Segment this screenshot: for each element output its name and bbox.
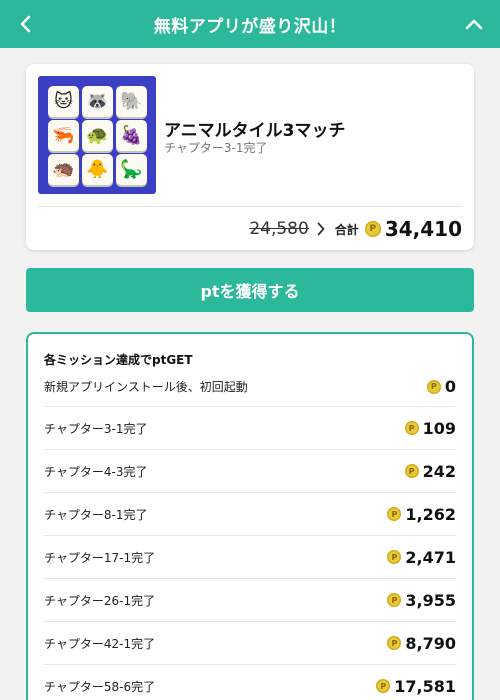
tile-dinosaur-icon: 🦕 bbox=[116, 154, 147, 185]
coin-icon: P bbox=[364, 221, 381, 237]
mission-points: P 8,790 bbox=[387, 634, 456, 653]
mission-row: チャプター17-1完了 P 2,471 bbox=[44, 536, 456, 579]
app-chapter: チャプター3-1完了 bbox=[164, 141, 268, 155]
total-points: 34,410 bbox=[384, 217, 462, 241]
mission-row: チャプター58-6完了 P 17,581 bbox=[44, 665, 456, 700]
coin-icon: P bbox=[387, 507, 402, 521]
mission-label: チャプター42-1完了 bbox=[44, 636, 156, 651]
mission-list: 新規アプリインストール後、初回起動 P 0 チャプター3-1完了 P 109 チャプター4-… bbox=[44, 367, 456, 700]
missions-header: 各ミッション達成でptGET bbox=[44, 353, 193, 367]
tile-elephant-icon: 🐘 bbox=[116, 86, 147, 117]
tile-chick-icon: 🐥 bbox=[82, 154, 113, 185]
coin-icon: P bbox=[426, 379, 441, 394]
app-icon: 🐱 🦝 🐘 🦐 🐢 🍇 🦔 🐥 🦕 bbox=[38, 76, 156, 194]
header-bar: 無料アプリが盛り沢山！ bbox=[0, 0, 500, 48]
coin-icon: P bbox=[387, 636, 402, 650]
old-points: 24,580 bbox=[249, 219, 309, 239]
total-label: 合計 bbox=[334, 222, 359, 237]
mission-row: チャプター42-1完了 P 8,790 bbox=[44, 622, 456, 665]
mission-label: 新規アプリインストール後、初回起動 bbox=[44, 380, 248, 394]
coin-icon: P bbox=[404, 421, 419, 435]
card-divider bbox=[38, 206, 462, 207]
app-name: アニマルタイル3マッチ bbox=[164, 121, 346, 141]
mission-value: 242 bbox=[422, 461, 456, 481]
tile-turtle-icon: 🐢 bbox=[82, 120, 113, 151]
mission-label: チャプター26-1完了 bbox=[44, 593, 156, 608]
tile-raccoon-icon: 🦝 bbox=[82, 86, 113, 117]
missions-panel: 各ミッション達成でptGET 新規アプリインストール後、初回起動 P 0 チャプター3… bbox=[26, 332, 474, 700]
mission-row: チャプター8-1完了 P 1,262 bbox=[44, 493, 456, 536]
mission-value: 2,471 bbox=[405, 547, 456, 567]
chevron-up-icon bbox=[465, 19, 483, 30]
mission-label: チャプター3-1完了 bbox=[44, 421, 148, 436]
mission-value: 8,790 bbox=[405, 633, 456, 653]
header-title: 無料アプリが盛り沢山！ bbox=[153, 16, 347, 37]
chevron-left-icon bbox=[20, 15, 31, 33]
tile-hedgehog-icon: 🦔 bbox=[48, 154, 79, 185]
coin-icon: P bbox=[387, 550, 402, 564]
points-summary: 24,580 合計 P 34,410 bbox=[249, 214, 462, 244]
mission-points: P 2,471 bbox=[387, 548, 456, 567]
mission-points: P 1,262 bbox=[387, 505, 456, 524]
mission-row: チャプター4-3完了 P 242 bbox=[44, 450, 456, 493]
mission-label: チャプター58-6完了 bbox=[44, 679, 156, 694]
mission-label: チャプター17-1完了 bbox=[44, 550, 156, 565]
mission-value: 109 bbox=[422, 418, 456, 438]
mission-label: チャプター4-3完了 bbox=[44, 464, 148, 479]
tile-cat-icon: 🐱 bbox=[48, 86, 79, 117]
tile-grapes-icon: 🍇 bbox=[116, 120, 147, 151]
mission-label: チャプター8-1完了 bbox=[44, 507, 148, 522]
mission-points: P 109 bbox=[404, 418, 456, 438]
mission-row: 新規アプリインストール後、初回起動 P 0 bbox=[44, 367, 456, 407]
mission-points: P 3,955 bbox=[387, 591, 456, 610]
back-button[interactable] bbox=[12, 10, 40, 38]
coin-icon: P bbox=[376, 679, 391, 693]
mission-row: チャプター26-1完了 P 3,955 bbox=[44, 579, 456, 622]
tile-shrimp-icon: 🦐 bbox=[48, 120, 79, 151]
collapse-button[interactable] bbox=[460, 10, 488, 38]
mission-points: P0 bbox=[426, 377, 456, 396]
mission-value: 1,262 bbox=[405, 504, 456, 524]
mission-points: P 17,581 bbox=[376, 677, 456, 696]
mission-value: 17,581 bbox=[394, 676, 456, 696]
coin-icon: P bbox=[404, 464, 419, 478]
app-card[interactable]: 🐱 🦝 🐘 🦐 🐢 🍇 🦔 🐥 🦕 アニマルタイル3マッチ チャプター3-1完了… bbox=[26, 64, 474, 250]
mission-row: チャプター3-1完了 P 109 bbox=[44, 407, 456, 450]
mission-points: P 242 bbox=[404, 461, 456, 481]
chevron-right-icon bbox=[317, 222, 325, 236]
coin-icon: P bbox=[387, 593, 402, 607]
mission-value: 0 bbox=[444, 377, 456, 396]
get-points-button[interactable]: ptを獲得する bbox=[26, 268, 474, 312]
mission-value: 3,955 bbox=[405, 590, 456, 610]
